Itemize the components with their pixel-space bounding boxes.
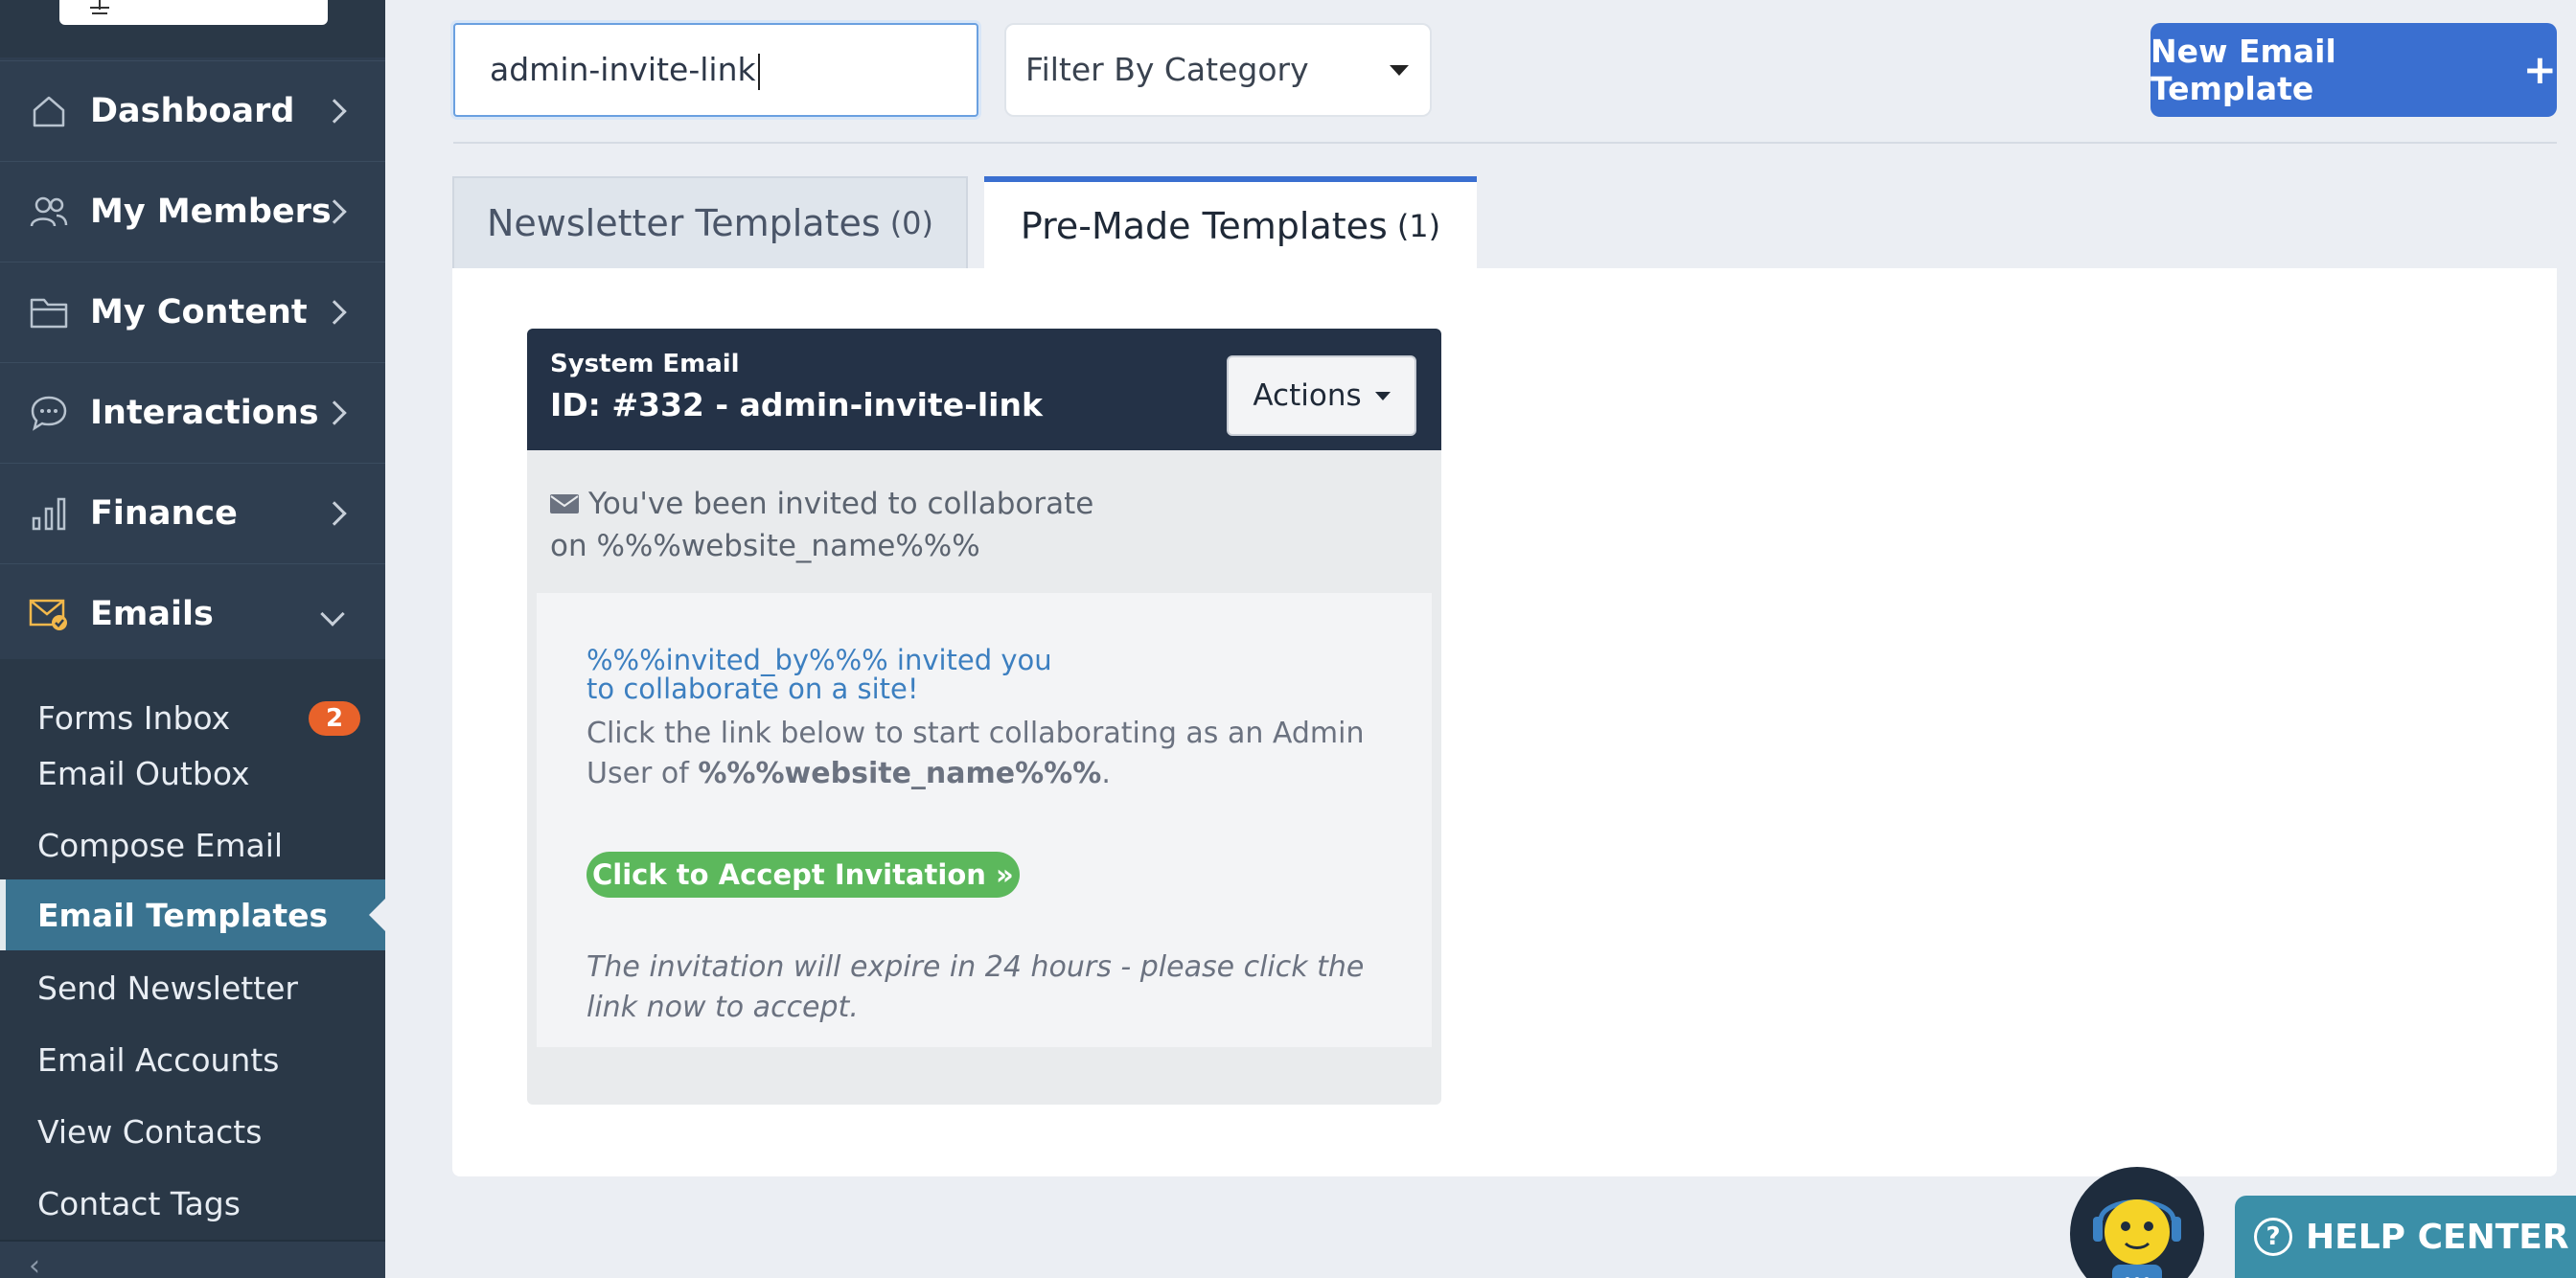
question-icon: ? xyxy=(2254,1218,2292,1256)
nav-emails[interactable]: Emails xyxy=(0,563,385,663)
instructions-suffix: . xyxy=(1101,757,1111,790)
caret-down-icon xyxy=(1374,391,1391,400)
submenu-email-outbox[interactable]: Email Outbox xyxy=(0,738,385,809)
unread-count-badge: 2 xyxy=(309,701,360,736)
tab-newsletter-templates[interactable]: Newsletter Templates (0) xyxy=(452,176,968,268)
chevron-down-icon xyxy=(320,601,345,627)
submenu-label: Forms Inbox xyxy=(37,698,231,737)
nav-interactions[interactable]: Interactions xyxy=(0,362,385,462)
sidebar-footer: ‹ xyxy=(0,1240,385,1278)
instructions-text: Click the link below to start collaborat… xyxy=(586,714,1401,794)
members-icon xyxy=(29,192,69,232)
template-title: ID: #332 - admin-invite-link xyxy=(550,386,1043,423)
submenu-label: View Contacts xyxy=(37,1112,263,1151)
home-icon xyxy=(29,91,69,131)
text-cursor xyxy=(757,53,760,90)
nav-emails-label: Emails xyxy=(90,594,214,633)
category-filter-select[interactable]: Filter By Category xyxy=(1004,23,1432,117)
envelope-check-icon xyxy=(29,594,69,634)
nav-my-members-label: My Members xyxy=(90,192,332,231)
email-subject: You've been invited to collaborate on %%… xyxy=(550,484,1125,566)
template-type: System Email xyxy=(550,350,740,378)
template-card-header: System Email ID: #332 - admin-invite-lin… xyxy=(527,329,1441,450)
nav-dashboard-label: Dashboard xyxy=(90,91,295,130)
actions-dropdown-button[interactable]: Actions xyxy=(1227,355,1416,436)
submenu-view-contacts[interactable]: View Contacts xyxy=(0,1096,385,1167)
email-subject-text: You've been invited to collaborate on %%… xyxy=(550,487,1094,563)
submenu-contact-tags[interactable]: Contact Tags xyxy=(0,1168,385,1239)
nav-my-content-label: My Content xyxy=(90,292,308,331)
invited-by-line: %%%invited_by%%% invited you to collabor… xyxy=(586,644,1052,705)
email-preview-body: %%%invited_by%%% invited you to collabor… xyxy=(537,593,1432,1047)
robot-icon xyxy=(2093,1199,2181,1278)
nav-my-content[interactable]: My Content xyxy=(0,262,385,361)
new-email-template-label: New Email Template xyxy=(2150,33,2336,107)
submenu-label: Email Templates xyxy=(37,896,329,934)
tab-label: Newsletter Templates xyxy=(486,202,881,244)
nav-dashboard[interactable]: Dashboard xyxy=(0,60,385,160)
chevron-right-icon xyxy=(322,299,347,325)
tab-count: (0) xyxy=(889,205,934,241)
folder-icon xyxy=(29,292,69,332)
actions-label: Actions xyxy=(1253,378,1362,413)
nav-finance[interactable]: Finance xyxy=(0,463,385,562)
new-email-template-button[interactable]: New Email Template + xyxy=(2150,23,2557,117)
accept-invitation-button[interactable]: Click to Accept Invitation » xyxy=(586,852,1020,898)
search-input-value: admin-invite-link xyxy=(490,51,756,88)
nav-finance-label: Finance xyxy=(90,493,238,533)
submenu-compose-email[interactable]: Compose Email xyxy=(0,810,385,880)
collapse-sidebar-icon[interactable]: ‹ xyxy=(29,1249,40,1278)
logo[interactable] xyxy=(59,0,328,25)
chevron-right-icon xyxy=(322,399,347,425)
chevron-right-icon xyxy=(322,98,347,124)
nav-interactions-label: Interactions xyxy=(90,393,319,432)
search-input[interactable]: admin-invite-link xyxy=(453,23,978,117)
chat-icon xyxy=(29,393,69,433)
help-center-label: HELP CENTER xyxy=(2306,1217,2569,1257)
support-bot-avatar[interactable] xyxy=(2070,1167,2204,1278)
template-card: System Email ID: #332 - admin-invite-lin… xyxy=(527,329,1441,1105)
submenu-send-newsletter[interactable]: Send Newsletter xyxy=(0,952,385,1023)
divider xyxy=(453,142,2557,144)
plus-icon: + xyxy=(2522,46,2557,93)
emails-submenu: Forms Inbox 2 Email Outbox Compose Email… xyxy=(0,659,385,1240)
submenu-label: Email Outbox xyxy=(37,754,250,792)
website-name-placeholder: %%%website_name%%% xyxy=(698,757,1102,790)
chevron-right-icon xyxy=(322,500,347,526)
bar-chart-icon xyxy=(29,493,69,534)
category-filter-label: Filter By Category xyxy=(1025,51,1309,88)
submenu-label: Send Newsletter xyxy=(37,969,298,1007)
submenu-email-templates[interactable]: Email Templates xyxy=(0,879,385,950)
help-center-button[interactable]: ? HELP CENTER xyxy=(2235,1196,2576,1278)
logo-mark-icon xyxy=(90,0,109,14)
sidebar: Dashboard My Members My Content Interact… xyxy=(0,0,385,1278)
dropdown-arrow-icon xyxy=(1390,65,1409,76)
submenu-email-accounts[interactable]: Email Accounts xyxy=(0,1024,385,1095)
submenu-label: Compose Email xyxy=(37,826,284,864)
submenu-label: Email Accounts xyxy=(37,1040,280,1079)
envelope-icon xyxy=(550,486,579,526)
expiry-note: The invitation will expire in 24 hours -… xyxy=(586,950,1365,1024)
submenu-label: Contact Tags xyxy=(37,1184,241,1222)
nav-my-members[interactable]: My Members xyxy=(0,161,385,261)
tab-label: Pre-Made Templates xyxy=(1020,205,1388,247)
tab-pre-made-templates[interactable]: Pre-Made Templates (1) xyxy=(984,176,1477,270)
tab-count: (1) xyxy=(1396,208,1441,244)
